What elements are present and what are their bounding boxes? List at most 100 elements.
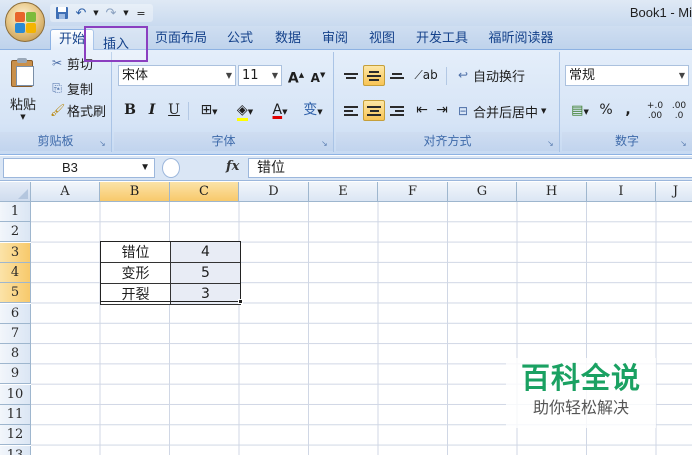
formula-bar-resize-handle[interactable] [162,158,180,178]
font-size-dropdown-icon[interactable]: ▼ [272,66,278,85]
font-name-dropdown-icon[interactable]: ▼ [226,66,232,85]
name-box-dropdown-icon[interactable]: ▼ [140,159,150,177]
tab-insert[interactable]: 插入 [84,26,148,62]
tab-view[interactable]: 视图 [364,29,400,50]
row-header-8[interactable]: 8 [0,344,31,365]
percent-button[interactable]: % [596,100,616,121]
decrease-indent-icon[interactable]: ⇤ [412,100,432,121]
redo-dropdown-icon[interactable]: ▼ [122,5,130,21]
name-box[interactable]: B3 ▼ [3,158,155,178]
decrease-decimal-button[interactable]: .00 .0 [668,100,690,121]
row-header-7[interactable]: 7 [0,323,31,344]
column-header-d[interactable]: D [239,182,309,202]
paste-button[interactable]: 粘贴 ▼ [6,58,40,121]
font-launcher-icon[interactable]: ↘ [321,139,330,148]
tab-page-layout[interactable]: 页面布局 [152,29,210,50]
formula-input[interactable]: 错位 [248,158,692,178]
row-header-10[interactable]: 10 [0,384,31,405]
row-header-3[interactable]: 3 [0,242,31,263]
row-header-9[interactable]: 9 [0,364,31,385]
align-top-button[interactable] [340,65,362,86]
cell-value[interactable]: 3 [170,283,241,305]
column-header-c[interactable]: C [170,182,239,202]
cell-label[interactable]: 错位 [100,241,171,263]
currency-icon: ▤ [571,103,584,118]
number-launcher-icon[interactable]: ↘ [680,139,689,148]
watermark-subtitle: 助你轻松解决 [532,398,629,417]
alignment-group: ⟋ab ↩ 自动换行 ⇤ ⇥ ⊟ 合并后居中 ▼ 对齐方式 ↘ [336,52,560,152]
save-icon[interactable] [54,5,70,21]
paste-icon [10,58,36,88]
column-header-f[interactable]: F [378,182,448,202]
paste-label: 粘贴 [9,98,36,113]
grow-font-button[interactable]: A▲ [286,65,306,87]
align-right-button[interactable] [386,100,408,121]
clipboard-launcher-icon[interactable]: ↘ [99,139,108,148]
row-header-2[interactable]: 2 [0,222,31,243]
column-header-a[interactable]: A [31,182,100,202]
redo-icon[interactable]: ↷ [103,5,119,21]
column-header-b[interactable]: B [100,182,170,202]
column-header-i[interactable]: I [587,182,656,202]
underline-button[interactable]: U [164,100,184,121]
ribbon: 粘贴 ▼ ✂ 剪切 ⎘ 复制 🖌 格式刷 剪贴板 ↘ 宋体 ▼ 11 ▼ A▲ … [0,50,692,155]
font-size-combo[interactable]: 11 ▼ [238,65,282,86]
wrap-text-button[interactable]: ↩ 自动换行 [456,65,525,85]
number-format-dropdown-icon[interactable]: ▼ [679,66,685,85]
tab-data[interactable]: 数据 [270,29,306,50]
row-header-6[interactable]: 6 [0,303,31,324]
align-center-button[interactable] [363,100,385,121]
align-left-button[interactable] [340,100,362,121]
data-table: 错位 4 变形 5 开裂 3 [100,241,241,305]
merge-dropdown-icon[interactable]: ▼ [541,107,546,115]
comma-button[interactable]: , [618,100,638,121]
tab-foxit-reader[interactable]: 福昕阅读器 [484,29,558,50]
tab-developer[interactable]: 开发工具 [410,29,474,50]
cell-label[interactable]: 变形 [100,262,171,284]
borders-button[interactable]: ⊞▼ [194,100,224,121]
phonetic-button[interactable]: 变▼ [298,100,328,121]
align-middle-button[interactable] [363,65,385,86]
currency-button[interactable]: ▤▼ [566,100,594,121]
italic-button[interactable]: I [142,100,162,121]
copy-button[interactable]: ⎘ 复制 [50,78,93,98]
font-color-button[interactable]: A▼ [264,100,296,121]
row-header-13[interactable]: 13 [0,445,31,455]
row-header-11[interactable]: 11 [0,405,31,425]
shrink-font-button[interactable]: A▼ [308,65,328,86]
customize-icon[interactable]: = [133,5,149,21]
increase-indent-icon[interactable]: ⇥ [432,100,452,121]
borders-icon: ⊞ [200,102,213,118]
row-header-5[interactable]: 5 [0,283,31,304]
align-bottom-button[interactable] [386,65,408,86]
increase-decimal-button[interactable]: +.0 .00 [644,100,666,121]
merge-center-button[interactable]: ⊟ 合并后居中 ▼ [456,101,546,121]
fill-color-button[interactable]: ◈▼ [228,100,262,121]
column-header-g[interactable]: G [448,182,517,202]
font-name-combo[interactable]: 宋体 ▼ [118,65,236,86]
alignment-group-label: 对齐方式 [336,132,559,151]
cell-value[interactable]: 5 [170,262,241,284]
cell-value[interactable]: 4 [170,241,241,263]
bold-button[interactable]: B [120,100,140,121]
format-painter-button[interactable]: 🖌 格式刷 [50,100,106,120]
quick-access-toolbar: ↶ ▼ ↷ ▼ = [50,4,153,22]
paste-dropdown-icon[interactable]: ▼ [6,113,40,121]
office-button[interactable] [5,2,45,42]
orientation-button[interactable]: ⟋ab [412,65,440,86]
insert-function-icon[interactable]: fx [226,159,239,174]
number-format-combo[interactable]: 常规 ▼ [565,65,689,86]
row-header-1[interactable]: 1 [0,202,31,222]
select-all-button[interactable] [0,182,31,202]
row-header-12[interactable]: 12 [0,425,31,446]
row-header-4[interactable]: 4 [0,262,31,283]
undo-icon[interactable]: ↶ [73,5,89,21]
column-header-h[interactable]: H [517,182,587,202]
tab-review[interactable]: 审阅 [317,29,353,50]
column-header-j[interactable]: J [656,182,692,202]
alignment-launcher-icon[interactable]: ↘ [547,139,556,148]
undo-dropdown-icon[interactable]: ▼ [92,5,100,21]
column-header-e[interactable]: E [309,182,378,202]
cell-label[interactable]: 开裂 [100,283,171,305]
tab-formulas[interactable]: 公式 [222,29,258,50]
